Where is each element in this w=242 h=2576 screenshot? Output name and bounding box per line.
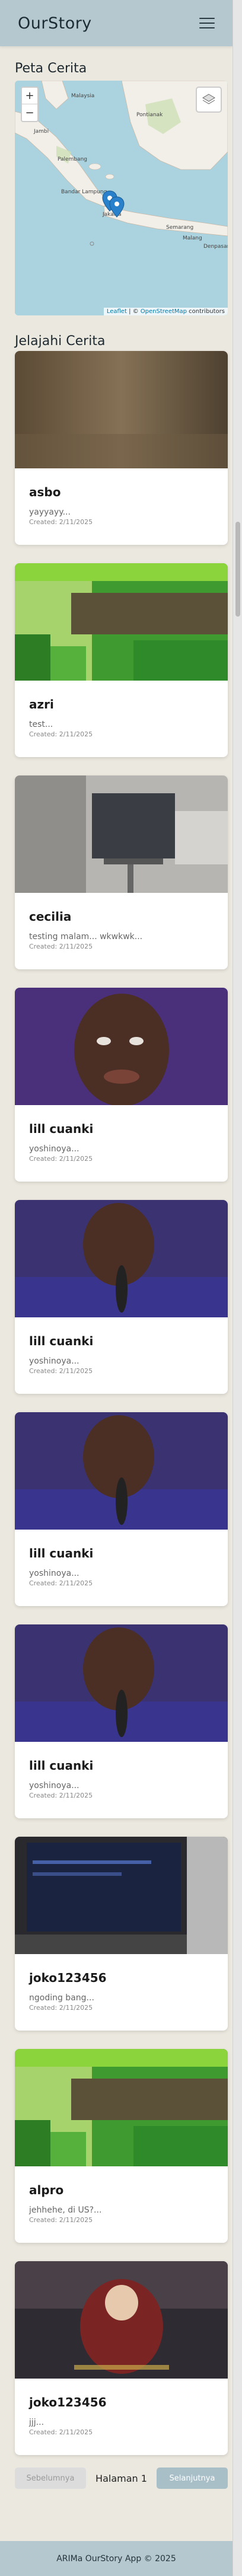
story-photo bbox=[15, 1412, 228, 1530]
story-description: testing malam... wkwkwk... bbox=[29, 932, 143, 941]
story-description: ngoding bang... bbox=[29, 1993, 94, 2003]
app-brand[interactable]: OurStory bbox=[18, 14, 92, 33]
story-card[interactable]: azri test... Created: 2/11/2025 bbox=[15, 563, 228, 757]
story-author: lill cuanki bbox=[29, 1334, 94, 1348]
stories-section-title: Jelajahi Cerita bbox=[15, 334, 106, 349]
story-date: Created: 2/11/2025 bbox=[29, 2428, 93, 2436]
story-date: Created: 2/11/2025 bbox=[29, 1792, 93, 1799]
story-description: yoshinoya... bbox=[29, 1781, 79, 1790]
scrollbar-thumb[interactable] bbox=[235, 522, 240, 617]
map-label-palembang: Palembang bbox=[58, 157, 87, 162]
story-description: jjj... bbox=[29, 2418, 44, 2427]
zoom-control: + − bbox=[21, 87, 39, 122]
story-author: azri bbox=[29, 697, 54, 711]
story-date: Created: 2/11/2025 bbox=[29, 943, 93, 950]
map-label-semarang: Semarang bbox=[166, 225, 193, 231]
map-label-pontianak: Pontianak bbox=[136, 112, 163, 118]
story-author: joko123456 bbox=[29, 1971, 107, 1985]
layers-icon[interactable] bbox=[196, 87, 222, 113]
story-date: Created: 2/11/2025 bbox=[29, 2004, 93, 2012]
story-author: asbo bbox=[29, 485, 61, 499]
story-photo bbox=[15, 563, 228, 681]
story-date: Created: 2/11/2025 bbox=[29, 518, 93, 526]
map-label-jambi: Jambi bbox=[33, 129, 49, 135]
map-label-malaysia: Malaysia bbox=[71, 93, 94, 99]
story-card[interactable]: alpro jehhehe, di US?... Created: 2/11/2… bbox=[15, 2049, 228, 2243]
story-author: cecilia bbox=[29, 909, 72, 924]
hamburger-menu-icon[interactable] bbox=[199, 16, 215, 30]
story-photo bbox=[15, 1837, 228, 1954]
app-footer: ARIMa OurStory App © 2025 bbox=[0, 2541, 233, 2576]
story-photo bbox=[15, 1200, 228, 1317]
story-card[interactable]: asbo yayyayy... Created: 2/11/2025 bbox=[15, 351, 228, 545]
story-card[interactable]: lill cuanki yoshinoya... Created: 2/11/2… bbox=[15, 1624, 228, 1818]
map-section-title: Peta Cerita bbox=[15, 61, 87, 76]
story-photo bbox=[15, 351, 228, 468]
story-photo bbox=[15, 988, 228, 1105]
map-label-malang: Malang bbox=[183, 235, 202, 241]
story-author: lill cuanki bbox=[29, 1122, 94, 1136]
story-card[interactable]: joko123456 ngoding bang... Created: 2/11… bbox=[15, 1837, 228, 2031]
story-description: yoshinoya... bbox=[29, 1144, 79, 1154]
footer-text: ARIMa OurStory App © 2025 bbox=[56, 2553, 176, 2564]
map-label-bandar-lampung: Bandar Lampung bbox=[61, 189, 107, 195]
story-description: jehhehe, di US?... bbox=[29, 2205, 102, 2215]
story-photo bbox=[15, 1624, 228, 1742]
story-photo bbox=[15, 775, 228, 893]
next-page-button[interactable]: Selanjutnya bbox=[156, 2468, 228, 2489]
osm-link[interactable]: OpenStreetMap bbox=[141, 308, 187, 315]
story-map[interactable]: Malaysia Pontianak Bandar Lampung Jakart… bbox=[15, 81, 228, 315]
map-tiles[interactable]: Malaysia Pontianak Bandar Lampung Jakart… bbox=[15, 81, 228, 315]
story-author: lill cuanki bbox=[29, 1546, 94, 1560]
story-author: alpro bbox=[29, 2183, 64, 2197]
story-description: yoshinoya... bbox=[29, 1356, 79, 1366]
story-date: Created: 2/11/2025 bbox=[29, 2216, 93, 2224]
zoom-in-button[interactable]: + bbox=[22, 88, 37, 104]
story-date: Created: 2/11/2025 bbox=[29, 1155, 93, 1163]
app-header: OurStory bbox=[0, 0, 233, 46]
leaflet-link[interactable]: Leaflet bbox=[107, 308, 127, 315]
zoom-out-button[interactable]: − bbox=[22, 104, 37, 121]
prev-page-button[interactable]: Sebelumnya bbox=[15, 2468, 86, 2489]
story-author: joko123456 bbox=[29, 2395, 107, 2409]
map-label-denpasar: Denpasar bbox=[203, 244, 228, 250]
story-date: Created: 2/11/2025 bbox=[29, 730, 93, 738]
story-date: Created: 2/11/2025 bbox=[29, 1367, 93, 1375]
pagination: Sebelumnya Halaman 1 Selanjutnya bbox=[15, 2466, 228, 2490]
story-card[interactable]: cecilia testing malam... wkwkwk... Creat… bbox=[15, 775, 228, 969]
story-description: yayyayy... bbox=[29, 507, 71, 517]
story-card[interactable]: lill cuanki yoshinoya... Created: 2/11/2… bbox=[15, 1200, 228, 1394]
story-card[interactable]: joko123456 jjj... Created: 2/11/2025 bbox=[15, 2261, 228, 2455]
page-info: Halaman 1 bbox=[95, 2472, 147, 2484]
story-card[interactable]: lill cuanki yoshinoya... Created: 2/11/2… bbox=[15, 1412, 228, 1606]
story-photo bbox=[15, 2049, 228, 2166]
story-description: test... bbox=[29, 720, 53, 729]
story-date: Created: 2/11/2025 bbox=[29, 1579, 93, 1587]
story-photo bbox=[15, 2261, 228, 2379]
story-card[interactable]: lill cuanki yoshinoya... Created: 2/11/2… bbox=[15, 988, 228, 1182]
story-description: yoshinoya... bbox=[29, 1569, 79, 1578]
story-author: lill cuanki bbox=[29, 1758, 94, 1773]
map-attribution: Leaflet | © OpenStreetMap contributors bbox=[103, 308, 228, 315]
page-scrollbar[interactable] bbox=[233, 0, 242, 2576]
